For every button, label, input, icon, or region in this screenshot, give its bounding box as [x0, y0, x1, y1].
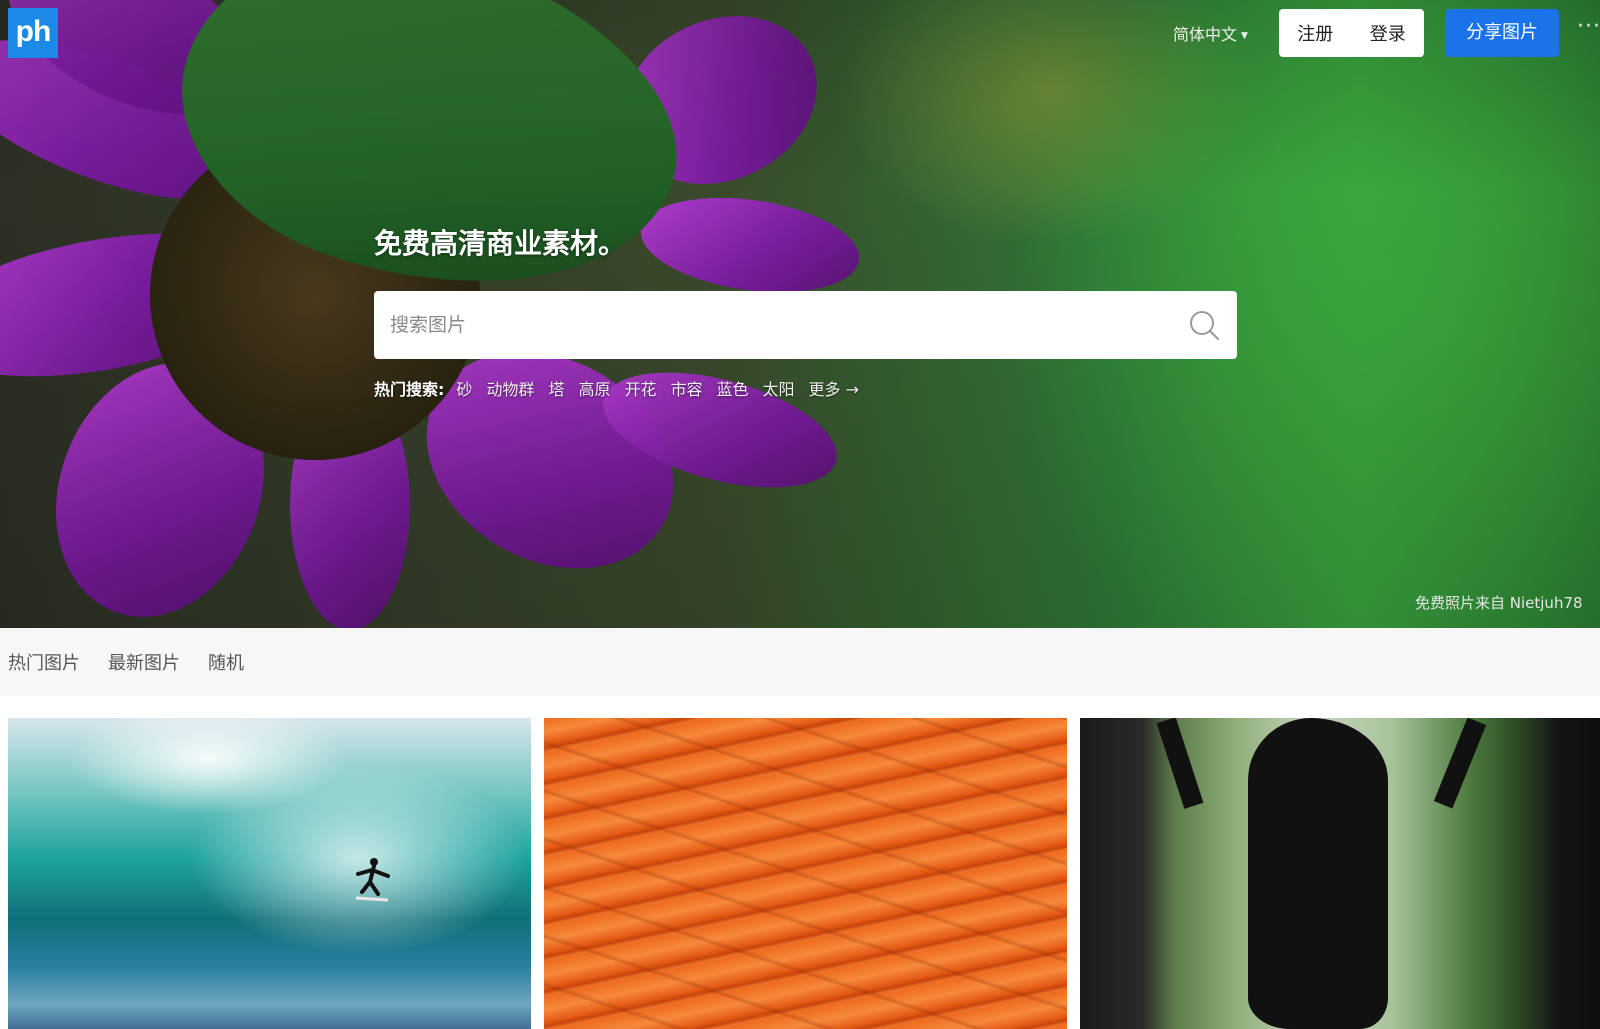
silhouette-arm — [1433, 718, 1487, 809]
hot-tag-cityscape[interactable]: 市容 — [670, 376, 702, 400]
photo-tabs: 热门图片 最新图片 随机 — [0, 628, 1600, 696]
share-photo-button[interactable]: 分享图片 — [1445, 9, 1559, 57]
tab-popular[interactable]: 热门图片 — [8, 649, 80, 675]
hero-banner: ph 简体中文▼ 注册 登录 分享图片 ··· 免费高清商业素材。 热门搜索: … — [0, 0, 1600, 628]
hot-tag-fauna[interactable]: 动物群 — [486, 376, 534, 400]
surfer-figure — [355, 858, 390, 902]
caret-down-icon: ▼ — [1241, 30, 1248, 41]
search-bar — [374, 291, 1237, 359]
hot-tag-tower[interactable]: 塔 — [548, 376, 564, 400]
hero-tagline: 免费高清商业素材。 — [374, 227, 627, 260]
hot-tag-sand[interactable]: 砂 — [456, 376, 472, 400]
hot-tag-sun[interactable]: 太阳 — [763, 376, 795, 400]
search-icon[interactable] — [1187, 308, 1221, 342]
photo-card-surfer-wave[interactable] — [8, 718, 531, 1029]
hot-tag-plateau[interactable]: 高原 — [578, 376, 610, 400]
search-input[interactable] — [390, 291, 1170, 359]
login-button[interactable]: 登录 — [1352, 20, 1425, 46]
photo-card-carrots[interactable] — [544, 718, 1067, 1029]
woman-silhouette — [1248, 718, 1388, 1029]
auth-buttons: 注册 登录 — [1279, 9, 1424, 57]
tab-latest[interactable]: 最新图片 — [108, 649, 180, 675]
site-logo[interactable]: ph — [8, 8, 58, 58]
register-button[interactable]: 注册 — [1279, 20, 1352, 46]
hot-tag-bloom[interactable]: 开花 — [624, 376, 656, 400]
hot-tag-blue[interactable]: 蓝色 — [717, 376, 749, 400]
hot-searches-label: 热门搜索: — [374, 380, 445, 399]
photo-credit[interactable]: 免费照片来自 Nietjuh78 — [1415, 592, 1583, 613]
language-selector[interactable]: 简体中文 ▼ — [1173, 21, 1248, 45]
silhouette-arm — [1156, 718, 1204, 809]
more-tags-link[interactable]: 更多 → — [809, 376, 860, 400]
more-dots-icon[interactable]: ··· — [1577, 14, 1600, 39]
tab-random[interactable]: 随机 — [208, 649, 244, 675]
photo-card-woman-silhouette[interactable] — [1080, 718, 1600, 1029]
photo-grid — [0, 718, 1600, 1029]
hot-searches: 热门搜索: 砂 动物群 塔 高原 开花 市容 蓝色 太阳 更多 → — [374, 376, 859, 400]
language-label: 简体中文 — [1173, 25, 1238, 44]
